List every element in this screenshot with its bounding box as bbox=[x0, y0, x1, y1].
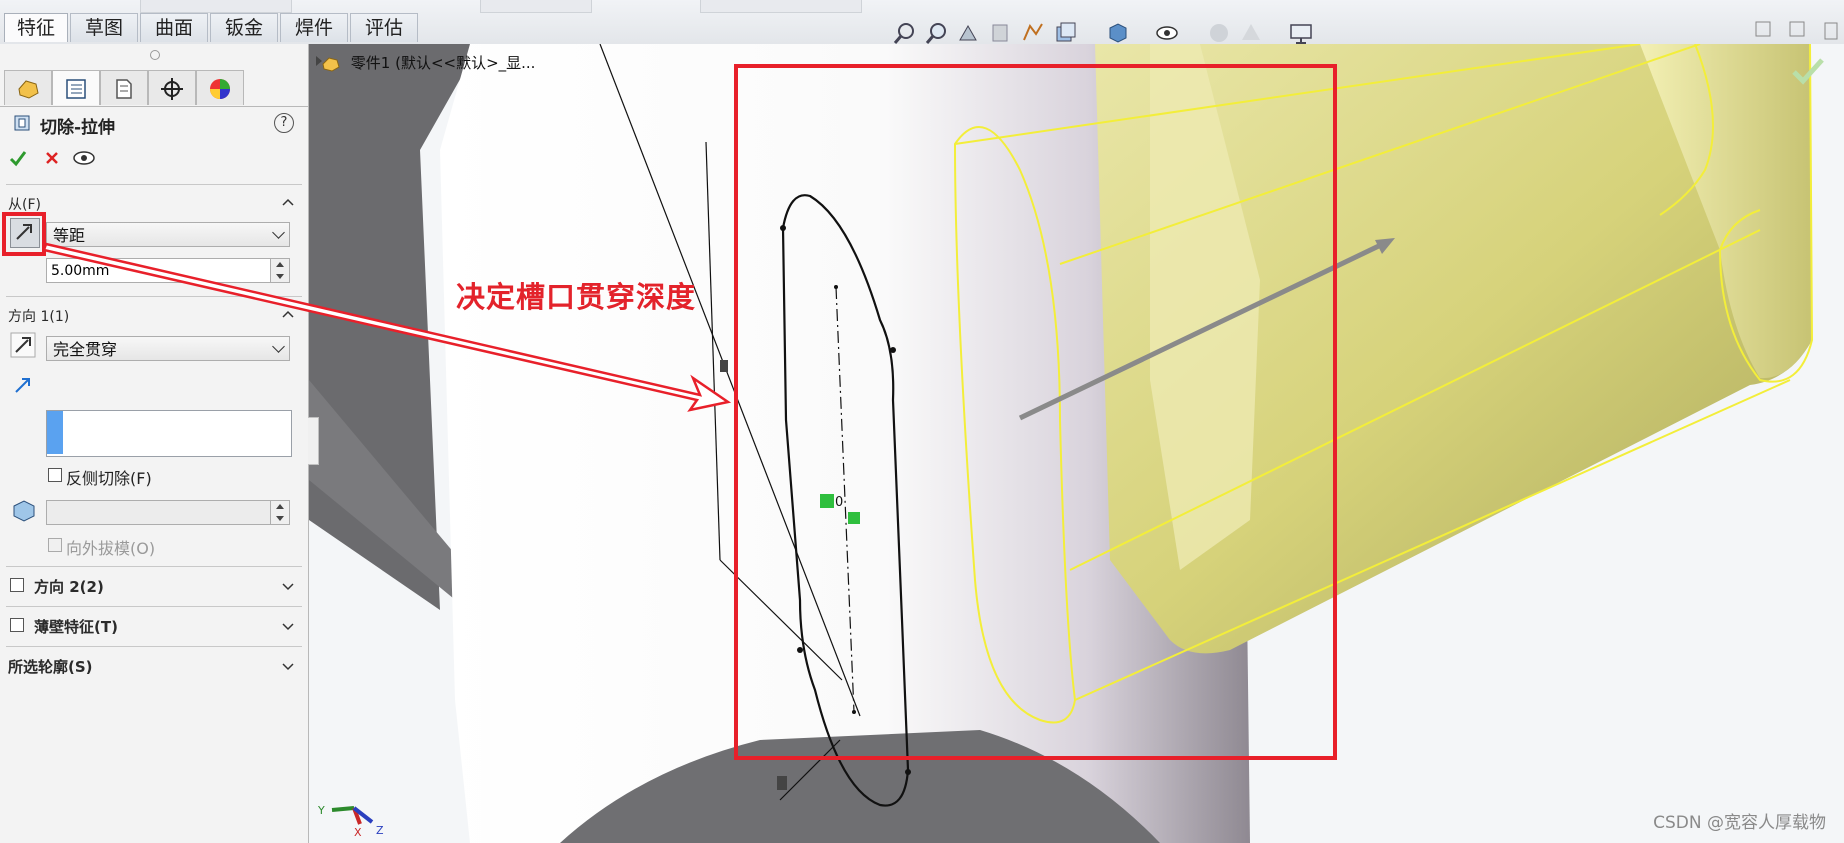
dimension-glyph bbox=[720, 360, 728, 372]
section-divider bbox=[6, 296, 302, 297]
section-direction1-header[interactable]: 方向 1(1) bbox=[8, 306, 69, 326]
section-selected-contours-header[interactable]: 所选轮廓(S) bbox=[8, 656, 93, 677]
display-manager-tab[interactable] bbox=[196, 70, 244, 105]
offset-spinner[interactable] bbox=[270, 259, 289, 282]
zoom-area-icon[interactable] bbox=[924, 20, 950, 46]
flip-side-label: 反侧切除(F) bbox=[66, 469, 152, 488]
ribbon-button-partial[interactable] bbox=[700, 0, 862, 13]
end-condition-value: 完全贯穿 bbox=[53, 340, 118, 359]
expand-chevron-icon[interactable] bbox=[282, 620, 294, 632]
view-settings-icon[interactable] bbox=[1288, 20, 1314, 46]
draft-outward-checkbox[interactable] bbox=[48, 538, 62, 552]
propertymanager-tab[interactable] bbox=[52, 70, 100, 105]
cut-extrude-icon bbox=[14, 115, 30, 131]
direction-selection-box[interactable] bbox=[46, 410, 292, 457]
annotation-text: 决定槽口贯穿深度 bbox=[456, 280, 697, 314]
end-condition-select[interactable]: 完全贯穿 bbox=[46, 336, 290, 361]
app-window: 特征 草图 曲面 钣金 焊件 评估 0 零件1 (默认<<默认>_显... 决定… bbox=[0, 0, 1844, 843]
task-pane-icon[interactable] bbox=[1822, 20, 1840, 42]
section-divider bbox=[6, 184, 302, 185]
tab-evaluate[interactable]: 评估 bbox=[350, 13, 418, 42]
panel-collapse-handle[interactable] bbox=[308, 417, 319, 465]
flip-side-checkbox[interactable] bbox=[48, 468, 62, 482]
coordinate-triad: Y X Z bbox=[318, 804, 384, 838]
section-divider bbox=[6, 566, 302, 567]
from-offset-value: 5.00mm bbox=[51, 263, 110, 279]
ok-check-icon[interactable] bbox=[8, 148, 28, 168]
dimension-glyph bbox=[777, 776, 787, 790]
draft-angle-input[interactable] bbox=[46, 500, 290, 525]
help-icon[interactable]: ? bbox=[274, 113, 294, 133]
tab-sheet-metal[interactable]: 钣金 bbox=[210, 13, 278, 42]
collapse-chevron-icon[interactable] bbox=[282, 196, 294, 208]
tab-sketch[interactable]: 草图 bbox=[70, 13, 138, 42]
confirm-corner-check-icon[interactable] bbox=[1790, 56, 1826, 86]
direction2-checkbox[interactable] bbox=[10, 578, 24, 592]
tab-weldments[interactable]: 焊件 bbox=[280, 13, 348, 42]
expand-panel-icon[interactable] bbox=[1788, 20, 1806, 38]
tab-features[interactable]: 特征 bbox=[4, 13, 68, 42]
cancel-x-icon[interactable] bbox=[42, 148, 62, 168]
expand-chevron-icon[interactable] bbox=[282, 580, 294, 592]
highlight-region bbox=[734, 64, 1337, 760]
hide-show-items-icon[interactable] bbox=[1154, 20, 1180, 46]
part-name: 零件1 (默认<<默认>_显... bbox=[350, 54, 536, 72]
ribbon-button-partial[interactable] bbox=[140, 0, 292, 13]
section-thin-feature-header[interactable]: 薄壁特征(T) bbox=[34, 616, 118, 637]
apply-scene-icon[interactable] bbox=[1238, 20, 1264, 46]
section-from-header[interactable]: 从(F) bbox=[8, 194, 41, 214]
panel-grip[interactable] bbox=[150, 50, 160, 60]
dimxpert-tab[interactable] bbox=[148, 70, 196, 105]
feature-tree-root[interactable]: 零件1 (默认<<默认>_显... bbox=[320, 52, 535, 73]
display-style-icon[interactable] bbox=[1104, 20, 1130, 46]
direction-vector-icon bbox=[15, 378, 30, 393]
appearance-ball-icon bbox=[210, 79, 230, 99]
featuremanager-tab[interactable] bbox=[4, 70, 52, 105]
feature-title: 切除-拉伸 bbox=[40, 118, 116, 138]
part-icon bbox=[18, 80, 39, 99]
from-type-value: 等距 bbox=[53, 226, 86, 245]
from-type-select[interactable]: 等距 bbox=[46, 222, 290, 247]
highlight-from-button bbox=[2, 212, 46, 256]
from-offset-input[interactable]: 5.00mm bbox=[46, 258, 290, 283]
tab-surfaces[interactable]: 曲面 bbox=[140, 13, 208, 42]
configurationmanager-tab[interactable] bbox=[100, 70, 148, 105]
selection-indicator bbox=[47, 411, 63, 454]
view-orientation-icon[interactable] bbox=[1052, 20, 1078, 46]
chevron-down-icon bbox=[272, 226, 285, 239]
section-divider bbox=[6, 646, 302, 647]
chevron-down-icon bbox=[272, 340, 285, 353]
preview-eye-icon[interactable] bbox=[72, 148, 96, 168]
section-view-icon[interactable] bbox=[988, 20, 1014, 46]
section-direction2-header[interactable]: 方向 2(2) bbox=[34, 576, 104, 597]
section-divider bbox=[6, 606, 302, 607]
draft-outward-label: 向外拔模(O) bbox=[66, 539, 156, 558]
panel-tabs bbox=[0, 66, 308, 107]
draft-icon[interactable] bbox=[10, 498, 38, 524]
collapse-panel-icon[interactable] bbox=[1754, 20, 1772, 38]
thin-feature-checkbox[interactable] bbox=[10, 618, 24, 632]
ribbon-button-partial[interactable] bbox=[480, 0, 592, 13]
configuration-icon bbox=[116, 79, 132, 99]
watermark: CSDN @宽容人厚载物 bbox=[1653, 813, 1826, 833]
edit-appearance-icon[interactable] bbox=[1206, 20, 1232, 46]
zoom-to-fit-icon[interactable] bbox=[892, 20, 918, 46]
triad-x-label: X bbox=[354, 826, 362, 838]
crosshair-icon bbox=[161, 78, 183, 100]
dynamic-annotation-icon[interactable] bbox=[1020, 20, 1046, 46]
triad-y-label: Y bbox=[318, 804, 325, 817]
reverse-direction-icon bbox=[10, 332, 36, 358]
property-manager-panel: 切除-拉伸 ? 从(F) 等距 5.00mm 方向 1(1) 完全贯穿 反侧切除… bbox=[0, 44, 309, 843]
expand-chevron-icon[interactable] bbox=[282, 660, 294, 672]
reverse-direction-button[interactable] bbox=[10, 332, 38, 360]
property-list-icon bbox=[66, 79, 86, 99]
command-manager-tabs: 特征 草图 曲面 钣金 焊件 评估 bbox=[0, 0, 1844, 45]
previous-view-icon[interactable] bbox=[956, 20, 982, 46]
collapse-chevron-icon[interactable] bbox=[282, 308, 294, 320]
draft-spinner[interactable] bbox=[270, 501, 289, 524]
part-icon bbox=[320, 55, 342, 73]
triad-z-label: Z bbox=[376, 824, 384, 837]
